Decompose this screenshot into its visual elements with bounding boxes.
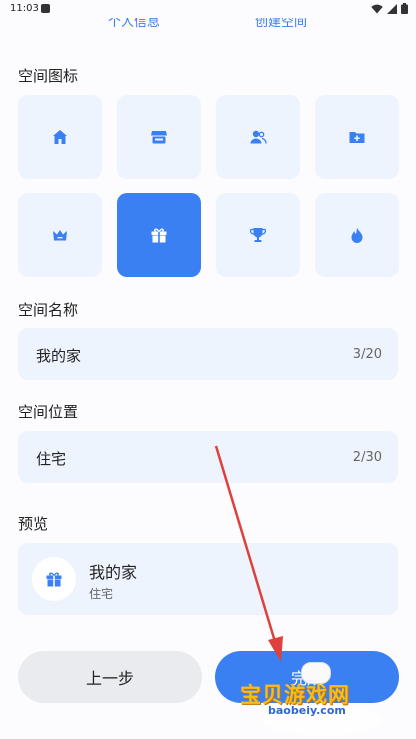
notification-icon	[41, 4, 50, 13]
status-icons	[371, 3, 408, 14]
icon-option-home[interactable]	[18, 95, 102, 179]
store-icon	[151, 131, 167, 144]
icon-option-store[interactable]	[117, 95, 201, 179]
previous-step-button[interactable]: 上一步	[18, 651, 202, 703]
preview-space-name: 我的家	[89, 563, 138, 582]
trophy-icon	[249, 228, 267, 242]
space-name-field[interactable]: 我的家 3/20	[18, 328, 398, 380]
preview-label: 预览	[18, 515, 49, 533]
preview-card: 我的家 住宅	[18, 543, 398, 615]
preview-space-location: 住宅	[89, 587, 114, 601]
home-icon	[53, 130, 67, 144]
icon-option-people[interactable]	[216, 95, 300, 179]
folder-add-icon	[349, 132, 365, 143]
signal-icon	[387, 3, 397, 14]
icon-option-crown[interactable]	[18, 193, 102, 277]
crown-icon	[53, 230, 67, 241]
space-name-label: 空间名称	[18, 301, 79, 319]
space-location-value: 住宅	[36, 450, 67, 468]
status-bar: 11:03	[0, 0, 416, 18]
battery-icon	[401, 3, 408, 14]
icon-grid	[18, 95, 399, 278]
icon-option-trophy[interactable]	[216, 193, 300, 277]
preview-avatar	[32, 557, 76, 601]
watermark-url: baobeiy.com	[268, 704, 346, 717]
gift-icon	[46, 572, 62, 587]
icon-option-gift[interactable]	[117, 193, 201, 277]
space-name-value: 我的家	[36, 347, 82, 365]
space-location-label: 空间位置	[18, 403, 79, 421]
icon-option-flame[interactable]	[315, 193, 399, 277]
people-icon	[250, 130, 267, 144]
space-icon-label: 空间图标	[18, 67, 79, 85]
space-location-field[interactable]: 住宅 2/30	[18, 431, 398, 483]
flame-icon	[351, 227, 363, 243]
watermark: 宝贝游戏网 baobeiy.com	[238, 660, 388, 739]
wifi-icon	[371, 4, 383, 13]
gift-icon	[151, 228, 167, 243]
space-location-char-count: 2/30	[352, 450, 382, 465]
space-name-char-count: 3/20	[352, 347, 382, 362]
icon-option-folder-add[interactable]	[315, 95, 399, 179]
status-time: 11:03	[10, 3, 39, 14]
